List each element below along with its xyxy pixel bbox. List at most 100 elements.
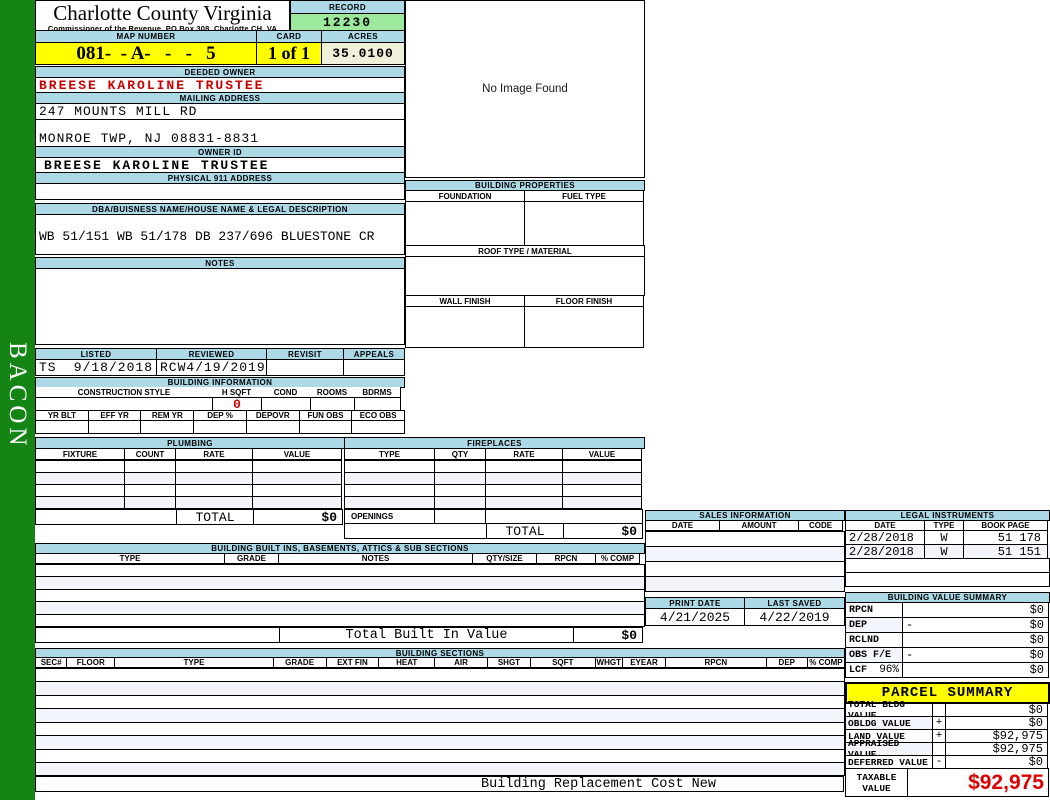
sections-col-rpcn: RPCN: [665, 657, 767, 668]
fireplaces-openings-qty: [434, 509, 486, 524]
sections-col-floor: FLOOR: [66, 657, 116, 668]
bvs-row-rclnd: RCLND $0: [845, 632, 1050, 648]
owner-id-value: BREESE KAROLINE TRUSTEE: [35, 157, 405, 173]
h-sqft-value: 0: [212, 397, 262, 412]
bdrms-value: [354, 397, 401, 411]
physical-911-address-value: [35, 183, 405, 200]
notes-box: [35, 268, 405, 345]
built-ins-col-comp: % COMP: [595, 553, 640, 564]
fireplaces-total-label: TOTAL: [486, 523, 564, 539]
sections-col-shgt: SHGT: [486, 657, 531, 668]
dba-value: WB 51/151 WB 51/178 DB 237/696 BLUESTONE…: [39, 229, 375, 244]
building-properties-table: FOUNDATION FUEL TYPE ROOF TYPE / MATERIA…: [405, 190, 645, 348]
sales-col-date: DATE: [645, 520, 720, 531]
taxable-value-amount: $92,975: [907, 768, 1049, 797]
plumbing-col-count: COUNT: [124, 448, 176, 460]
county-title: Charlotte County Virginia: [53, 1, 272, 25]
built-ins-total-label: Total Built In Value: [279, 627, 574, 643]
built-ins-col-rpcn: RPCN: [536, 553, 596, 564]
fireplaces-openings-label: OPENINGS: [344, 509, 435, 524]
sections-col-dep: DEP: [765, 657, 808, 668]
sections-col-heat: HEAT: [378, 657, 436, 668]
listed-by: TS: [39, 360, 57, 375]
parcel-row-total-bldg: TOTAL BLDG VALUE $0: [845, 699, 1050, 721]
taxable-value-label: TAXABLE VALUE: [845, 768, 908, 797]
built-ins-col-notes: NOTES: [278, 553, 473, 564]
built-ins-col-grade: GRADE: [224, 553, 279, 564]
sections-col-type: TYPE: [114, 657, 274, 668]
sections-col-air: AIR: [434, 657, 488, 668]
record-label: RECORD: [290, 0, 405, 14]
rooms-value: [310, 397, 355, 411]
no-image-text: No Image Found: [482, 83, 568, 95]
parcel-row-appraised: APPRAISED VALUE $92,975: [845, 738, 1050, 760]
building-sections-table: SEC# FLOOR TYPE GRADE EXT FIN HEAT AIR S…: [35, 657, 846, 792]
fireplaces-col-rate: RATE: [485, 448, 563, 460]
sections-col-whgt: WHGT: [594, 657, 623, 668]
sections-col-sqft: SQFT: [529, 657, 596, 668]
plumbing-table: FIXTURE COUNT RATE VALUE TOTAL $0: [35, 448, 345, 525]
sales-col-amount: AMOUNT: [719, 520, 799, 531]
plumbing-col-value: VALUE: [252, 448, 342, 460]
legal-instrument-row: 2/28/2018 W 51 178: [845, 530, 1050, 545]
sections-col-comp: % COMP: [806, 657, 846, 668]
sections-col-extfin: EXT FIN: [325, 657, 380, 668]
listed-date: 9/18/2018: [73, 360, 153, 375]
fireplaces-col-value: VALUE: [562, 448, 642, 460]
parcel-row-taxable: TAXABLE VALUE $92,975: [845, 768, 1050, 797]
revisit-value: [266, 359, 344, 376]
sidebar: BACON: [0, 0, 35, 800]
wall-finish-value: [405, 306, 525, 348]
built-ins-col-qty-size: QTY/SIZE: [472, 553, 537, 564]
acres-value: 35.0100: [321, 42, 405, 65]
sections-col-grade: GRADE: [272, 657, 327, 668]
built-ins-table: TYPE GRADE NOTES QTY/SIZE RPCN % COMP To…: [35, 553, 645, 643]
fireplaces-col-type: TYPE: [344, 448, 435, 460]
built-ins-col-type: TYPE: [35, 553, 225, 564]
mailing-line2: MONROE TWP, NJ 08831-8831: [35, 130, 405, 147]
legal-instrument-row: 2/28/2018 W 51 151: [845, 544, 1050, 559]
building-information-table: CONSTRUCTION STYLE H SQFT COND ROOMS BDR…: [35, 387, 406, 434]
sales-col-code: CODE: [798, 520, 843, 531]
image-panel: No Image Found: [405, 0, 645, 178]
building-replacement-footer: Building Replacement Cost New: [354, 776, 844, 792]
reviewed-value: RCW 4/19/2019: [156, 359, 267, 376]
dba-box: WB 51/151 WB 51/178 DB 237/696 BLUESTONE…: [35, 214, 405, 255]
deeded-owner-value: BREESE KAROLINE TRUSTEE: [35, 77, 405, 93]
bvs-row-rpcn: RPCN $0: [845, 602, 1050, 618]
built-ins-total-value: $0: [573, 627, 643, 643]
map-number-value: 081- - A- - - 5: [35, 42, 257, 65]
plumbing-col-rate: RATE: [175, 448, 253, 460]
fireplaces-table: TYPE QTY RATE VALUE OPENINGS TOTAL $0: [344, 448, 645, 539]
roof-type-value: [405, 256, 645, 296]
plumbing-col-fixture: FIXTURE: [35, 448, 125, 460]
parcel-row-deferred: DEFERRED VALUE - $0: [845, 755, 1050, 769]
bvs-row-obs: OBS F/E - $0: [845, 647, 1050, 663]
reviewed-by: RCW: [160, 360, 187, 375]
mailing-line1: 247 MOUNTS MILL RD: [35, 103, 405, 120]
construction-style-value: [35, 397, 213, 411]
listed-value: TS 9/18/2018: [35, 359, 157, 376]
appeals-value: [343, 359, 405, 376]
sidebar-district-label: BACON: [4, 342, 31, 450]
bvs-row-dep: DEP - $0: [845, 617, 1050, 633]
sales-information-table: DATE AMOUNT CODE: [645, 520, 845, 592]
last-saved-value: 4/22/2019: [744, 608, 845, 626]
fireplaces-total-value: $0: [563, 523, 643, 539]
bvs-row-lcf: LCF 96% $0: [845, 662, 1050, 678]
card-value: 1 of 1: [256, 42, 322, 65]
property-record-card: BACON Charlotte County Virginia Commissi…: [0, 0, 1050, 800]
parcel-row-obldg: OBLDG VALUE + $0: [845, 716, 1050, 730]
county-header: Charlotte County Virginia Commissioner o…: [35, 0, 290, 33]
sections-col-eyear: EYEAR: [621, 657, 666, 668]
fuel-type-value: [524, 201, 644, 246]
reviewed-date: 4/19/2019: [186, 360, 266, 375]
floor-finish-value: [524, 306, 644, 348]
print-date-value: 4/21/2025: [645, 608, 745, 626]
parcel-summary-table: TOTAL BLDG VALUE $0 OBLDG VALUE + $0 LAN…: [845, 699, 1050, 797]
building-value-summary-table: RPCN $0 DEP - $0 RCLND $0 OBS F/E - $0 LCF…: [845, 602, 1050, 678]
cond-value: [261, 397, 311, 411]
plumbing-total-value: $0: [253, 509, 343, 525]
fireplaces-col-qty: QTY: [434, 448, 486, 460]
legal-instruments-table: DATE TYPE BOOK PAGE 2/28/2018 W 51 178 2…: [845, 520, 1050, 587]
